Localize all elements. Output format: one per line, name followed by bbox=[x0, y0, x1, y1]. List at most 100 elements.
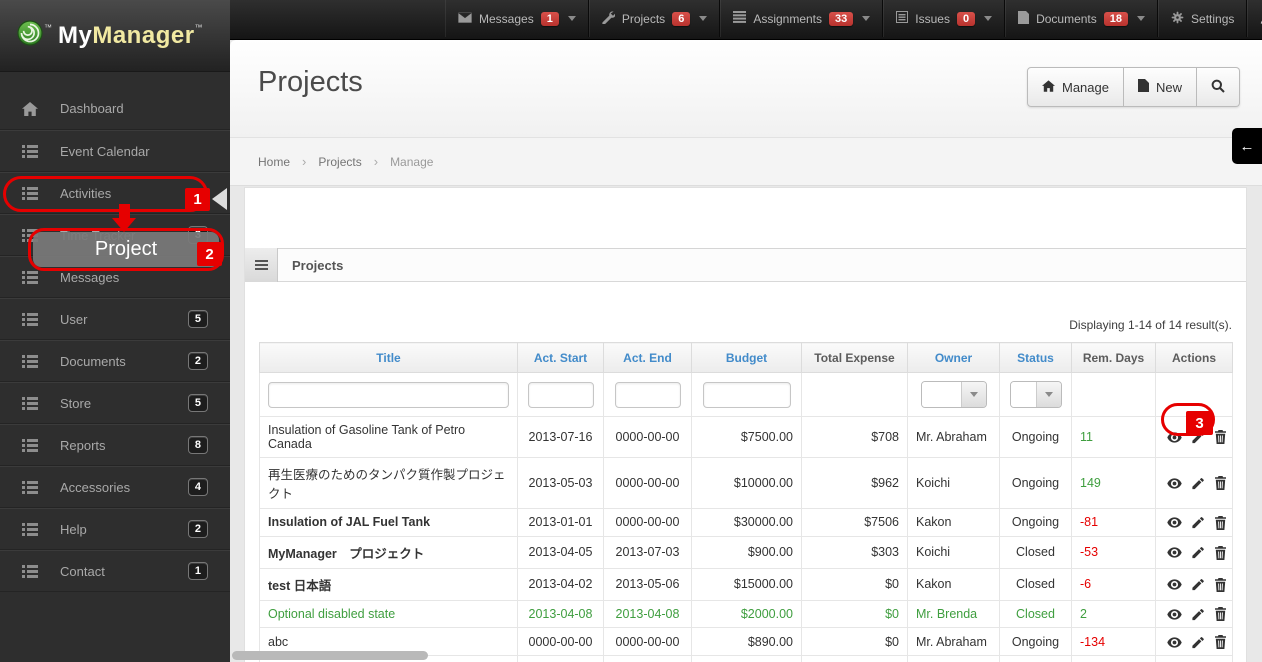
list-icon bbox=[22, 522, 38, 536]
list-icon bbox=[22, 564, 38, 578]
edit-pencil-icon[interactable] bbox=[1191, 578, 1205, 591]
wrench-icon bbox=[602, 10, 622, 27]
list-lines-icon bbox=[733, 11, 753, 26]
nav-messages-button[interactable]: Messages 1 bbox=[445, 0, 589, 37]
delete-trash-icon[interactable] bbox=[1214, 635, 1227, 650]
sidebar-item-help[interactable]: Help 2 bbox=[0, 508, 230, 550]
column-header-budget[interactable]: Budget bbox=[691, 342, 802, 373]
column-header-act-start[interactable]: Act. Start bbox=[517, 342, 604, 373]
sidebar-item-reports[interactable]: Reports 8 bbox=[0, 424, 230, 466]
panel-collapse-button[interactable] bbox=[245, 248, 278, 282]
cell-act-start: 2013-01-01 bbox=[517, 508, 604, 537]
cell-total-expense: $0 bbox=[801, 627, 908, 657]
new-button[interactable]: New bbox=[1123, 67, 1197, 107]
list-icon bbox=[22, 480, 38, 494]
view-eye-icon[interactable] bbox=[1167, 546, 1182, 559]
cell-status: Ongoing bbox=[999, 508, 1072, 537]
breadcrumb-home[interactable]: Home bbox=[258, 155, 290, 169]
arrow-left-icon: ← bbox=[1239, 137, 1255, 155]
cell-actions bbox=[1155, 599, 1233, 629]
sidebar-item-dashboard[interactable]: Dashboard bbox=[0, 88, 230, 130]
nav-user-button[interactable]: Kakon Nag bbox=[1247, 0, 1262, 37]
edit-pencil-icon[interactable] bbox=[1191, 516, 1205, 529]
view-eye-icon[interactable] bbox=[1167, 477, 1182, 490]
nav-settings-button[interactable]: Settings bbox=[1158, 0, 1248, 37]
act-start-filter-input[interactable] bbox=[527, 381, 594, 408]
cell-budget: $1000.00 bbox=[691, 655, 802, 662]
delete-trash-icon[interactable] bbox=[1214, 515, 1227, 530]
panel-body: Displaying 1-14 of 14 result(s). Title A… bbox=[259, 282, 1233, 662]
collapse-sidebar-button[interactable]: ← bbox=[1232, 128, 1262, 164]
column-header-title[interactable]: Title bbox=[259, 342, 518, 373]
act-end-filter-input[interactable] bbox=[614, 381, 681, 408]
manage-button[interactable]: Manage bbox=[1027, 67, 1124, 107]
breadcrumb-separator: › bbox=[373, 154, 379, 169]
cell-status: Ongoing bbox=[999, 655, 1072, 662]
view-eye-icon[interactable] bbox=[1167, 636, 1182, 649]
edit-pencil-icon[interactable] bbox=[1191, 477, 1205, 490]
view-eye-icon[interactable] bbox=[1167, 516, 1182, 529]
sidebar-item-label: Contact bbox=[60, 563, 105, 579]
status-filter-select[interactable] bbox=[1009, 381, 1062, 408]
sidebar-item-accessories[interactable]: Accessories 4 bbox=[0, 466, 230, 508]
edit-pencil-icon[interactable] bbox=[1191, 608, 1205, 621]
annotation-ring-tooltip bbox=[28, 228, 224, 271]
nav-projects-button[interactable]: Projects 6 bbox=[588, 0, 721, 37]
cell-actions bbox=[1155, 567, 1233, 601]
dropdown-caret-icon[interactable] bbox=[1036, 382, 1061, 407]
column-header-act-end[interactable]: Act. End bbox=[603, 342, 692, 373]
nav-item-label: Assignments bbox=[753, 11, 823, 26]
sidebar-item-documents[interactable]: Documents 2 bbox=[0, 340, 230, 382]
page-title: Projects bbox=[258, 66, 363, 98]
budget-filter-input[interactable] bbox=[702, 381, 791, 408]
column-header-owner[interactable]: Owner bbox=[907, 342, 1000, 373]
sidebar-item-store[interactable]: Store 5 bbox=[0, 382, 230, 424]
nav-messages-badge: 1 bbox=[540, 11, 559, 26]
search-button[interactable] bbox=[1197, 67, 1240, 107]
delete-trash-icon[interactable] bbox=[1214, 430, 1227, 445]
table-header-row: Title Act. Start Act. End Budget Total E… bbox=[259, 342, 1233, 373]
nav-assignments-button[interactable]: Assignments 33 bbox=[720, 0, 884, 37]
cell-actions bbox=[1155, 508, 1233, 537]
sidebar-item-label: Dashboard bbox=[60, 101, 124, 116]
view-eye-icon[interactable] bbox=[1167, 608, 1182, 621]
horizontal-scrollbar-thumb[interactable] bbox=[232, 651, 428, 660]
nav-documents-button[interactable]: Documents 18 bbox=[1005, 0, 1159, 37]
delete-trash-icon[interactable] bbox=[1214, 545, 1227, 560]
delete-trash-icon[interactable] bbox=[1214, 476, 1227, 491]
results-summary: Displaying 1-14 of 14 result(s). bbox=[1069, 318, 1232, 332]
cell-actions bbox=[1155, 655, 1233, 662]
column-header-status[interactable]: Status bbox=[999, 342, 1072, 373]
edit-pencil-icon[interactable] bbox=[1191, 636, 1205, 649]
sidebar-item-contact[interactable]: Contact 1 bbox=[0, 550, 230, 592]
cell-act-end: 0000-00-00 bbox=[603, 627, 692, 657]
column-header-actions: Actions bbox=[1155, 342, 1233, 373]
nav-issues-button[interactable]: Issues 0 bbox=[883, 0, 1006, 37]
view-eye-icon[interactable] bbox=[1167, 578, 1182, 591]
cell-title: test 日本語 bbox=[259, 567, 518, 601]
dropdown-caret-icon[interactable] bbox=[961, 382, 986, 407]
edit-pencil-icon[interactable] bbox=[1191, 546, 1205, 559]
app-logo[interactable]: ™ MyManager ™ bbox=[0, 0, 230, 72]
cell-budget: $2000.00 bbox=[691, 599, 802, 629]
new-button-label: New bbox=[1155, 79, 1182, 95]
main-content: Projects Manage New Home › Projects › Ma… bbox=[230, 40, 1262, 662]
list-icon bbox=[22, 354, 38, 368]
nav-issues-badge: 0 bbox=[956, 11, 976, 26]
nav-item-label: Documents bbox=[1036, 11, 1097, 26]
title-filter-input[interactable] bbox=[268, 381, 509, 408]
cell-total-expense: $0 bbox=[801, 567, 908, 601]
breadcrumb-projects[interactable]: Projects bbox=[318, 155, 361, 169]
delete-trash-icon[interactable] bbox=[1214, 607, 1227, 622]
sidebar-item-user[interactable]: User 5 bbox=[0, 298, 230, 340]
list-icon bbox=[22, 312, 38, 326]
table-row: Insulation of JAL Fuel Tank 2013-01-01 0… bbox=[259, 508, 1233, 537]
nav-assignments-badge: 33 bbox=[829, 11, 854, 26]
sidebar-item-event-calendar[interactable]: Event Calendar bbox=[0, 130, 230, 172]
cell-owner: Kakon bbox=[907, 508, 1000, 537]
sidebar-badge: 2 bbox=[187, 520, 208, 538]
cell-rem-days: -81 bbox=[1071, 508, 1156, 537]
owner-filter-select[interactable] bbox=[920, 381, 987, 408]
nav-documents-badge: 18 bbox=[1103, 11, 1129, 26]
delete-trash-icon[interactable] bbox=[1214, 577, 1227, 592]
